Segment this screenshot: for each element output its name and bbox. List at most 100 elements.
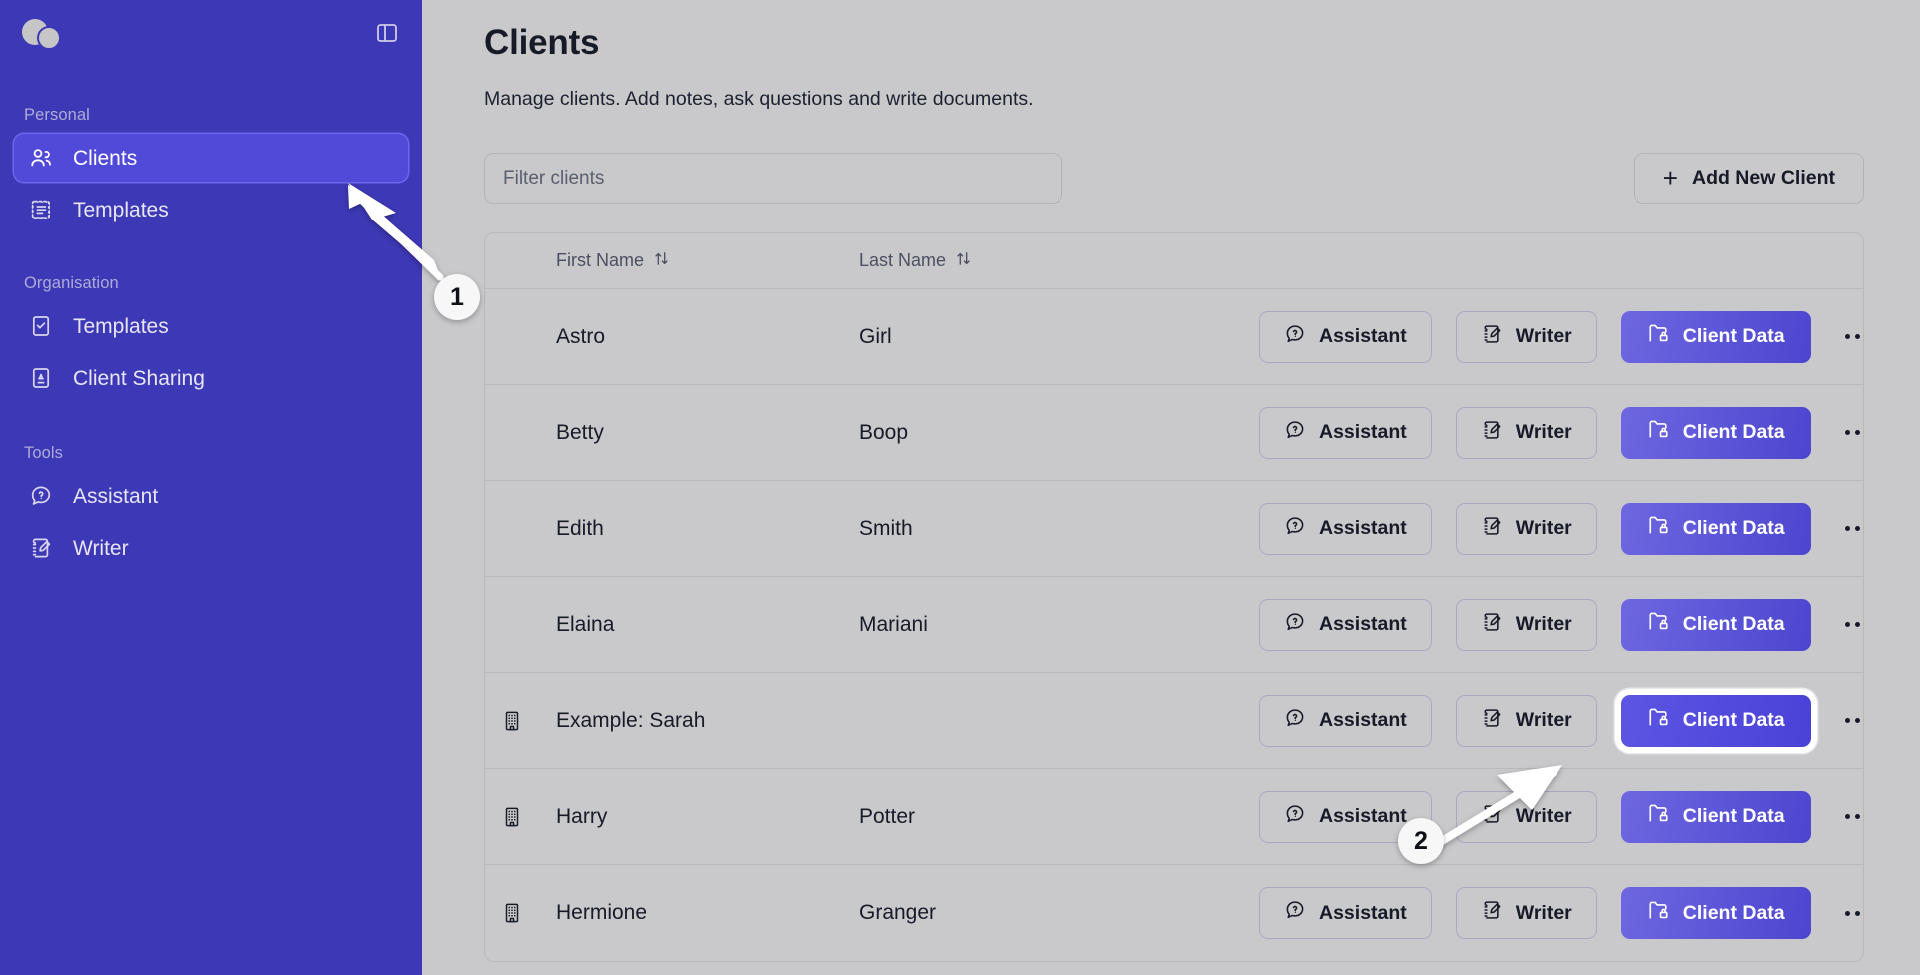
chat-question-icon [1284, 803, 1306, 831]
notebook-pencil-icon [1481, 419, 1503, 447]
sidebar-item-label: Assistant [73, 484, 159, 508]
ellipsis-dot [1855, 334, 1861, 339]
sidebar-item-org-templates[interactable]: Templates [14, 302, 408, 350]
client-data-button-row-3[interactable]: Client Data [1620, 502, 1811, 555]
locked-folder-icon [1647, 706, 1670, 735]
writer-button-label: Writer [1515, 325, 1572, 347]
client-data-button-row-6[interactable]: Client Data [1620, 790, 1811, 843]
writer-button-row-5[interactable]: Writer [1455, 694, 1597, 747]
more-options-button-row-2[interactable] [1835, 410, 1863, 456]
cell-first-name: Edith [556, 516, 604, 540]
sidebar-section-label-personal: Personal [24, 106, 90, 124]
client-data-button-row-4[interactable]: Client Data [1620, 598, 1811, 651]
assistant-button-row-2[interactable]: Assistant [1259, 406, 1432, 459]
notebook-pencil-icon [1481, 323, 1503, 351]
client-data-button-row-2[interactable]: Client Data [1620, 406, 1811, 459]
chat-question-icon [1284, 419, 1306, 447]
cell-first-name: Elaina [556, 612, 615, 636]
column-header-last-name[interactable]: Last Name [859, 250, 1259, 272]
chat-question-icon [1284, 707, 1306, 735]
cell-last-name: Mariani [859, 612, 928, 636]
sidebar-section-label-tools: Tools [24, 444, 64, 462]
writer-button-row-1[interactable]: Writer [1455, 310, 1597, 363]
assistant-button-label: Assistant [1319, 805, 1407, 827]
client-data-button-label: Client Data [1682, 421, 1785, 443]
filter-clients-input[interactable] [484, 153, 1062, 204]
writer-button-row-6[interactable]: Writer [1455, 790, 1597, 843]
locked-folder-icon [1647, 418, 1670, 447]
writer-button-label: Writer [1515, 421, 1572, 443]
table-row[interactable]: Astro Girl Assistant Writer Client Data [485, 289, 1863, 385]
writer-button-label: Writer [1515, 709, 1572, 731]
notebook-pencil-icon [28, 535, 54, 561]
assistant-button-row-5[interactable]: Assistant [1259, 694, 1432, 747]
writer-button-row-7[interactable]: Writer [1455, 887, 1597, 939]
client-data-button-label: Client Data [1682, 709, 1785, 731]
assistant-button-label: Assistant [1319, 325, 1407, 347]
sidebar-item-personal-templates[interactable]: Templates [14, 186, 408, 234]
sort-arrows-icon [955, 250, 972, 272]
assistant-button-label: Assistant [1319, 421, 1407, 443]
column-header-label: First Name [556, 250, 645, 270]
ellipsis-dot [1845, 718, 1851, 723]
add-new-client-label: Add New Client [1691, 167, 1835, 189]
assistant-button-row-7[interactable]: Assistant [1259, 887, 1432, 939]
sidebar-item-label: Templates [73, 314, 169, 338]
writer-button-row-4[interactable]: Writer [1455, 598, 1597, 651]
cell-last-name: Potter [859, 804, 916, 828]
client-data-button-row-5[interactable]: Client Data [1620, 694, 1811, 747]
sidebar-item-writer[interactable]: Writer [14, 524, 408, 572]
app-logo [22, 16, 64, 50]
writer-button-row-2[interactable]: Writer [1455, 406, 1597, 459]
page-title: Clients [484, 23, 600, 62]
cell-last-name: Smith [859, 516, 913, 540]
add-new-client-button[interactable]: + Add New Client [1633, 153, 1864, 204]
client-data-button-row-1[interactable]: Client Data [1620, 310, 1811, 363]
assistant-button-label: Assistant [1319, 709, 1407, 731]
more-options-button-row-5[interactable] [1835, 698, 1863, 744]
table-row[interactable]: Example: Sarah Assistant Writer Client D… [485, 673, 1863, 769]
main-content: Clients Manage clients. Add notes, ask q… [422, 0, 1920, 975]
table-row[interactable]: Harry Potter Assistant Writer Client Dat… [485, 769, 1863, 865]
id-card-icon [28, 365, 54, 391]
assistant-button-row-3[interactable]: Assistant [1259, 502, 1432, 555]
notebook-pencil-icon [1481, 899, 1503, 927]
table-row[interactable]: Elaina Mariani Assistant Writer Client D… [485, 577, 1863, 673]
writer-button-row-3[interactable]: Writer [1455, 502, 1597, 555]
table-row[interactable]: Betty Boop Assistant Writer Client Data [485, 385, 1863, 481]
sidebar-item-clients[interactable]: Clients [14, 134, 408, 182]
more-options-button-row-4[interactable] [1835, 602, 1863, 648]
table-row[interactable]: Edith Smith Assistant Writer Client Data [485, 481, 1863, 577]
checked-document-icon [28, 313, 54, 339]
ellipsis-dot [1845, 334, 1851, 339]
toolbar: + Add New Client [484, 153, 1864, 204]
more-options-button-row-6[interactable] [1835, 794, 1863, 840]
client-data-button-row-7[interactable]: Client Data [1620, 887, 1811, 939]
chat-question-icon [28, 483, 54, 509]
assistant-button-label: Assistant [1319, 613, 1407, 635]
sidebar-collapse-icon[interactable] [372, 18, 402, 48]
sidebar-group-tools: Tools Assistant Writer [14, 444, 408, 572]
table-row[interactable]: Hermione Granger Assistant Writer Client… [485, 865, 1863, 961]
ellipsis-dot [1855, 430, 1861, 435]
writer-button-label: Writer [1515, 517, 1572, 539]
sidebar-item-client-sharing[interactable]: Client Sharing [14, 354, 408, 402]
table-body: Astro Girl Assistant Writer Client Data … [485, 289, 1863, 961]
assistant-button-row-4[interactable]: Assistant [1259, 598, 1432, 651]
cell-first-name: Betty [556, 420, 604, 444]
column-header-first-name[interactable]: First Name [539, 250, 859, 272]
users-icon [28, 145, 54, 171]
sidebar-item-assistant[interactable]: Assistant [14, 472, 408, 520]
client-data-button-label: Client Data [1682, 613, 1785, 635]
more-options-button-row-3[interactable] [1835, 506, 1863, 552]
notebook-pencil-icon [1481, 611, 1503, 639]
more-options-button-row-1[interactable] [1835, 314, 1863, 360]
more-options-button-row-7[interactable] [1835, 890, 1863, 936]
locked-folder-icon [1647, 899, 1670, 928]
ellipsis-dot [1855, 718, 1861, 723]
writer-button-label: Writer [1515, 613, 1572, 635]
sidebar-section-label-organisation: Organisation [24, 274, 119, 292]
assistant-button-row-1[interactable]: Assistant [1259, 310, 1432, 363]
clients-table: First Name Last Name Astro Girl Assistan… [484, 232, 1864, 962]
organisation-building-icon [485, 710, 539, 732]
